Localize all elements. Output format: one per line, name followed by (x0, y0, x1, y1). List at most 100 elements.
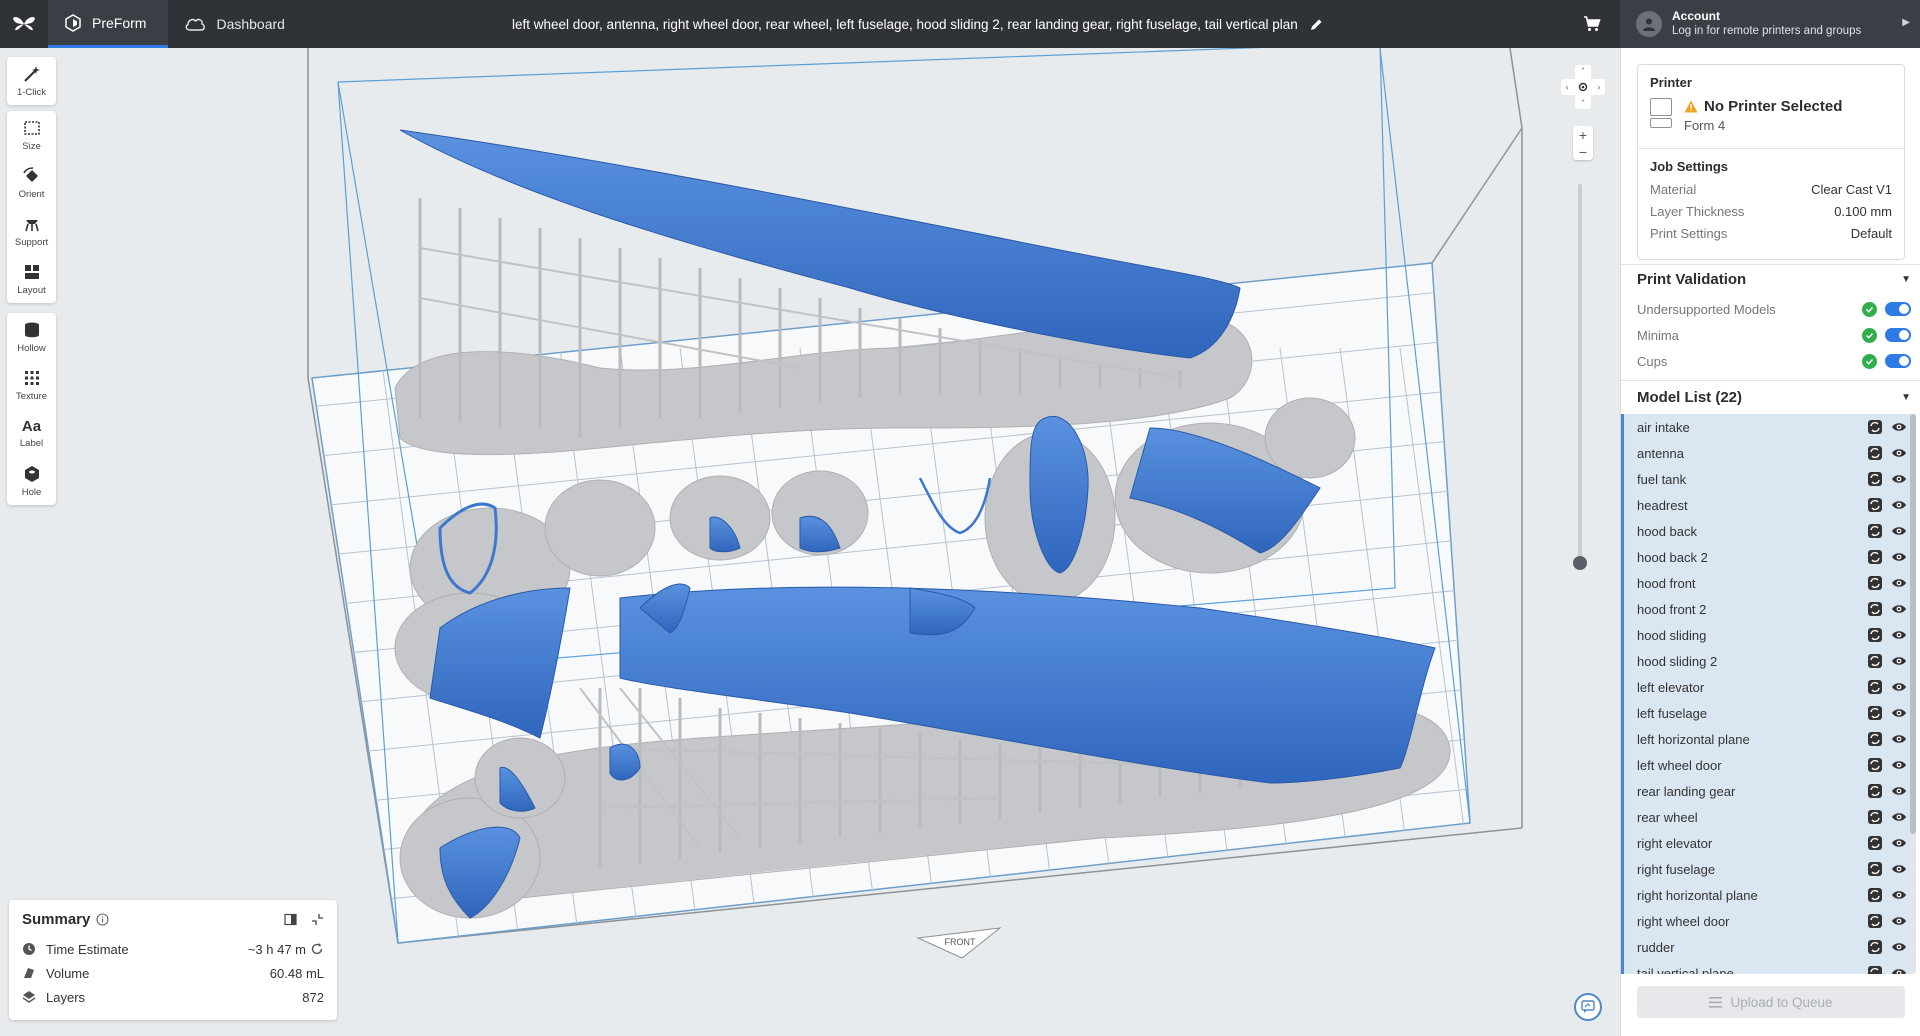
replace-model-icon[interactable] (1867, 575, 1883, 591)
model-list-item[interactable]: right wheel door (1624, 908, 1911, 934)
zoom-out-button[interactable]: − (1579, 144, 1587, 160)
replace-model-icon[interactable] (1867, 783, 1883, 799)
model-list-scrollbar[interactable] (1910, 414, 1916, 974)
tool-orient[interactable]: Orient (7, 159, 56, 207)
model-list-item[interactable]: rear landing gear (1624, 778, 1911, 804)
model-list-item[interactable]: hood back (1624, 518, 1911, 544)
panel-toggle-icon[interactable] (284, 913, 297, 926)
model-list-item[interactable]: left horizontal plane (1624, 726, 1911, 752)
model-list-header[interactable]: Model List (22) ▼ (1637, 384, 1911, 410)
formlabs-butterfly-icon[interactable] (0, 0, 48, 48)
tool-size[interactable]: Size (7, 111, 56, 159)
replace-model-icon[interactable] (1867, 419, 1883, 435)
eye-icon[interactable] (1891, 655, 1907, 667)
validation-toggle[interactable] (1885, 328, 1911, 342)
tab-dashboard[interactable]: Dashboard (168, 0, 307, 48)
model-list-item[interactable]: hood sliding 2 (1624, 648, 1911, 674)
info-icon[interactable] (96, 912, 109, 926)
replace-model-icon[interactable] (1867, 757, 1883, 773)
model-list-item[interactable]: rear wheel (1624, 804, 1911, 830)
tool-texture[interactable]: Texture (7, 361, 56, 409)
replace-model-icon[interactable] (1867, 705, 1883, 721)
replace-model-icon[interactable] (1867, 627, 1883, 643)
3d-viewport[interactable]: FRONT (0, 48, 1620, 1036)
replace-model-icon[interactable] (1867, 497, 1883, 513)
eye-icon[interactable] (1891, 525, 1907, 537)
model-list-item[interactable]: left wheel door (1624, 752, 1911, 778)
printer-section[interactable]: Printer No Printer Selected Form 4 (1638, 65, 1904, 149)
eye-icon[interactable] (1891, 811, 1907, 823)
model-list-item[interactable]: antenna (1624, 440, 1911, 466)
eye-icon[interactable] (1891, 499, 1907, 511)
layer-slider-track[interactable] (1578, 184, 1582, 564)
eye-icon[interactable] (1891, 863, 1907, 875)
eye-icon[interactable] (1891, 915, 1907, 927)
replace-model-icon[interactable] (1867, 965, 1883, 974)
print-scene[interactable]: FRONT (0, 48, 1620, 1036)
eye-icon[interactable] (1891, 941, 1907, 953)
tool-label[interactable]: Aa Label (7, 409, 56, 457)
replace-model-icon[interactable] (1867, 731, 1883, 747)
model-list-item[interactable]: hood sliding (1624, 622, 1911, 648)
layer-slider-handle[interactable] (1573, 556, 1587, 570)
model-list-item[interactable]: left fuselage (1624, 700, 1911, 726)
job-settings-section[interactable]: Job Settings Material Clear Cast V1 Layer… (1638, 149, 1904, 244)
replace-model-icon[interactable] (1867, 887, 1883, 903)
replace-model-icon[interactable] (1867, 471, 1883, 487)
model-list-item[interactable]: hood back 2 (1624, 544, 1911, 570)
printer-card[interactable]: Printer No Printer Selected Form 4 Job S… (1637, 64, 1905, 260)
replace-model-icon[interactable] (1867, 679, 1883, 695)
collapse-icon[interactable] (311, 913, 324, 926)
model-list-item[interactable]: hood front (1624, 570, 1911, 596)
model-list-item[interactable]: rudder (1624, 934, 1911, 960)
eye-icon[interactable] (1891, 577, 1907, 589)
tool-hollow[interactable]: Hollow (7, 313, 56, 361)
eye-icon[interactable] (1891, 603, 1907, 615)
eye-icon[interactable] (1891, 551, 1907, 563)
model-list-item[interactable]: right elevator (1624, 830, 1911, 856)
replace-model-icon[interactable] (1867, 809, 1883, 825)
replace-model-icon[interactable] (1867, 835, 1883, 851)
account-button[interactable]: Account Log in for remote printers and g… (1620, 0, 1920, 48)
feedback-button[interactable] (1574, 993, 1602, 1021)
tool-hole[interactable]: Hole (7, 457, 56, 505)
eye-icon[interactable] (1891, 473, 1907, 485)
tool-1-click[interactable]: 1-Click (7, 57, 56, 105)
model-list-item[interactable]: fuel tank (1624, 466, 1911, 492)
cart-icon[interactable] (1580, 12, 1604, 36)
eye-icon[interactable] (1891, 629, 1907, 641)
eye-icon[interactable] (1891, 759, 1907, 771)
eye-icon[interactable] (1891, 889, 1907, 901)
replace-model-icon[interactable] (1867, 445, 1883, 461)
eye-icon[interactable] (1891, 837, 1907, 849)
eye-icon[interactable] (1891, 707, 1907, 719)
model-list-item[interactable]: right fuselage (1624, 856, 1911, 882)
validation-toggle[interactable] (1885, 302, 1911, 316)
replace-model-icon[interactable] (1867, 523, 1883, 539)
tool-support[interactable]: Support (7, 207, 56, 255)
model-list-item[interactable]: hood front 2 (1624, 596, 1911, 622)
replace-model-icon[interactable] (1867, 653, 1883, 669)
model-list-item[interactable]: left elevator (1624, 674, 1911, 700)
print-validation-header[interactable]: Print Validation ▼ (1637, 266, 1911, 292)
replace-model-icon[interactable] (1867, 913, 1883, 929)
pencil-icon[interactable] (1310, 18, 1323, 31)
tool-layout[interactable]: Layout (7, 255, 56, 303)
tab-preform[interactable]: PreForm (48, 0, 169, 48)
scrollbar-thumb[interactable] (1910, 414, 1916, 834)
model-list[interactable]: air intake antenna fuel tank headrest hood b… (1621, 414, 1911, 974)
view-navigation-pad[interactable]: ˄ ˅ ‹ › (1558, 62, 1608, 112)
replace-model-icon[interactable] (1867, 939, 1883, 955)
eye-icon[interactable] (1891, 421, 1907, 433)
eye-icon[interactable] (1891, 733, 1907, 745)
refresh-icon[interactable] (310, 942, 324, 956)
model-list-item[interactable]: tail vertical plane (1624, 960, 1911, 974)
replace-model-icon[interactable] (1867, 861, 1883, 877)
upload-to-queue-button[interactable]: Upload to Queue (1637, 986, 1905, 1018)
replace-model-icon[interactable] (1867, 601, 1883, 617)
model-list-item[interactable]: right horizontal plane (1624, 882, 1911, 908)
eye-icon[interactable] (1891, 447, 1907, 459)
zoom-in-button[interactable]: + (1579, 127, 1587, 143)
eye-icon[interactable] (1891, 967, 1907, 974)
model-list-item[interactable]: air intake (1624, 414, 1911, 440)
